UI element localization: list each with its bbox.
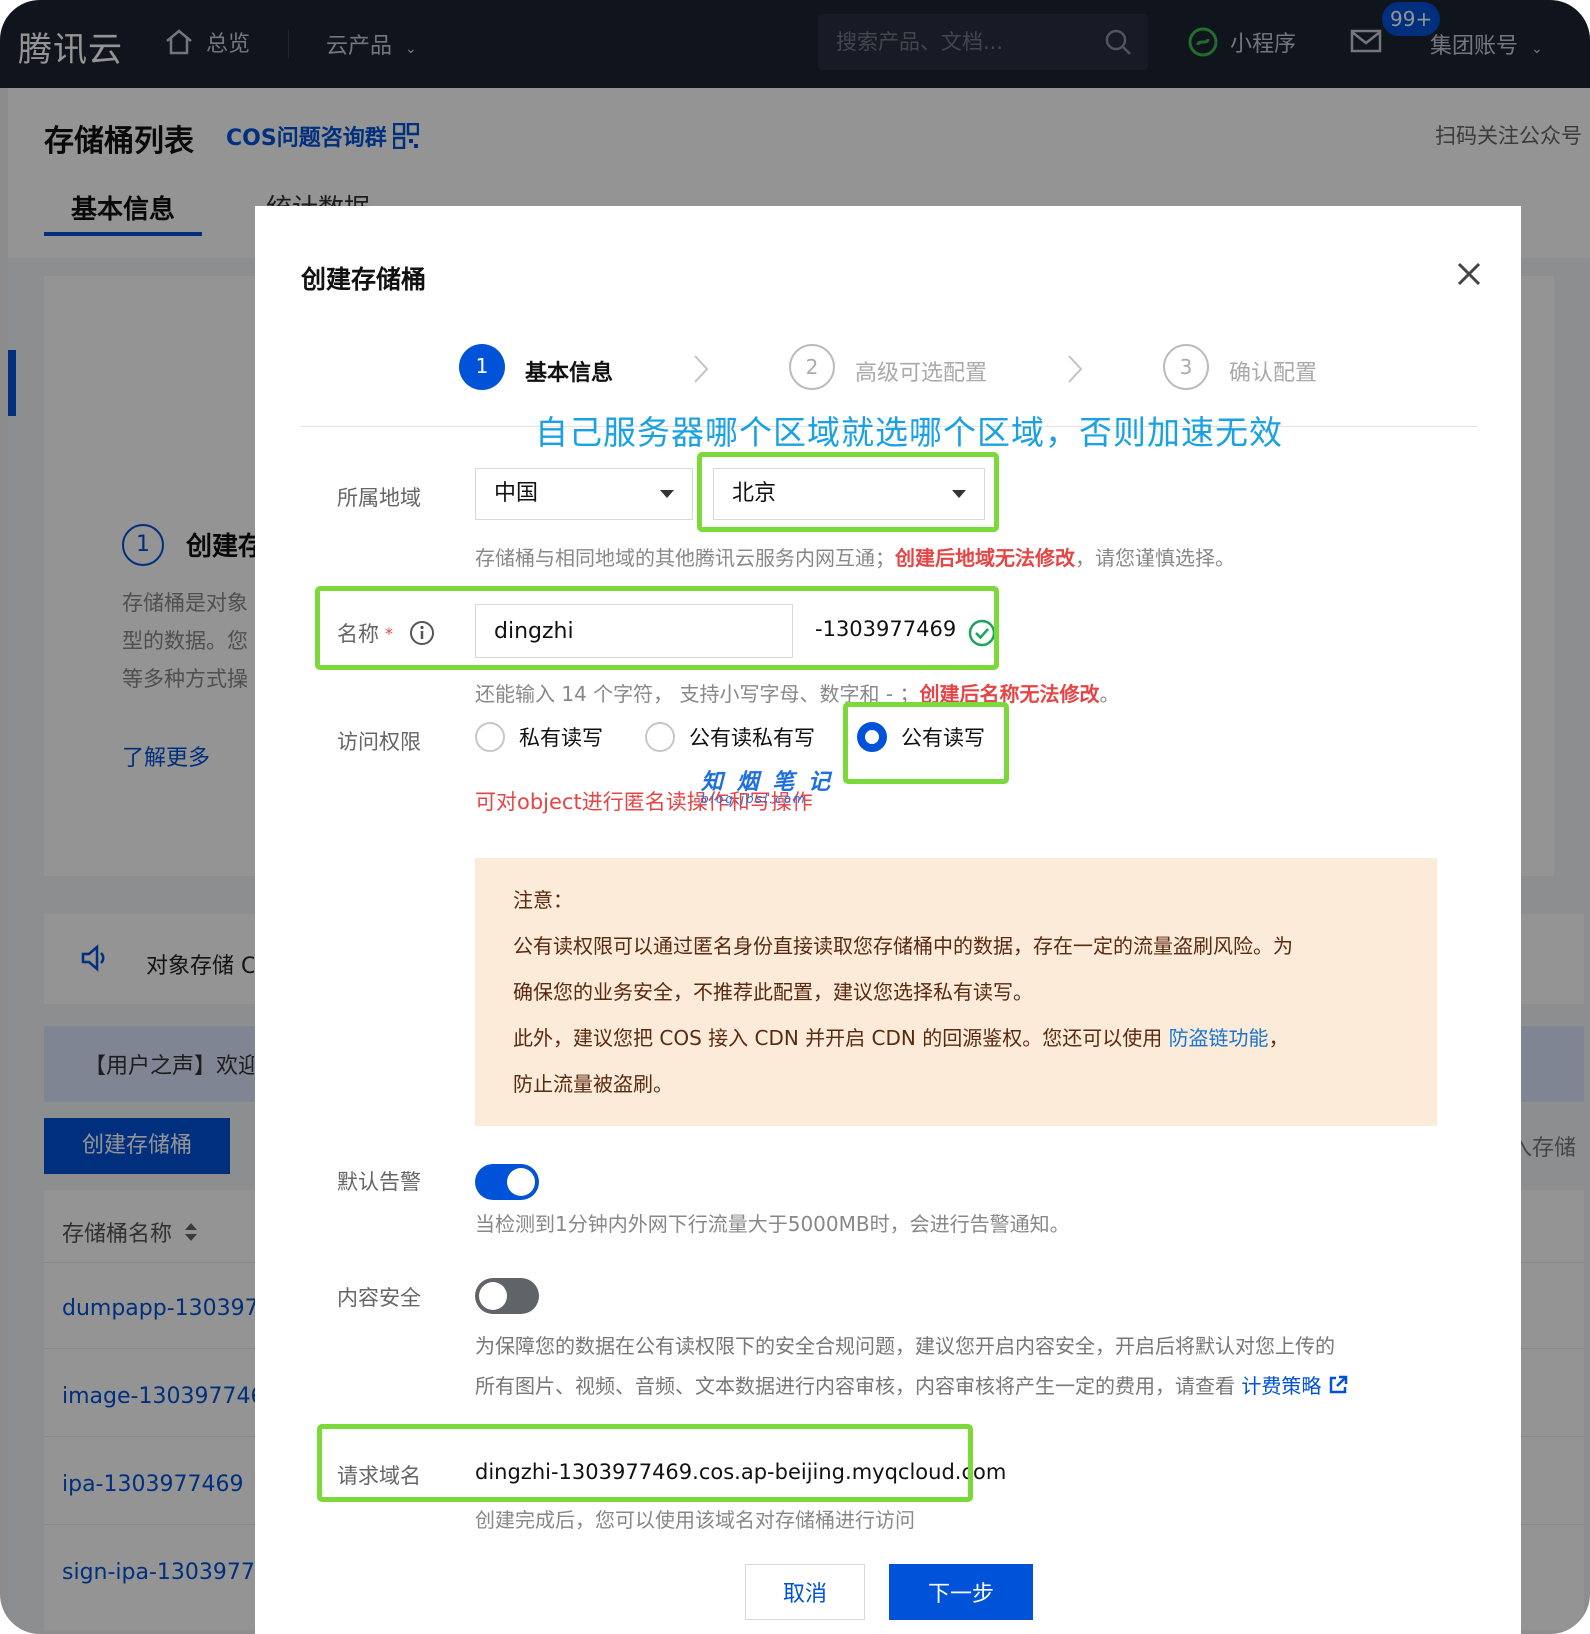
content-security-toggle[interactable]: [475, 1278, 539, 1314]
step-2-label: 高级可选配置: [855, 361, 988, 386]
highlight-box-name: [315, 586, 999, 670]
watermark-url: blog.jbsl.com: [701, 792, 807, 806]
note-title: 注意：: [513, 888, 573, 912]
region-help-suffix: ，请您谨慎选择。: [1075, 546, 1235, 570]
highlight-box-domain: [317, 1424, 973, 1502]
note-line: 公有读权限可以通过匿名身份直接读取您存储桶中的数据，存在一定的流量盗刷风险。为: [513, 934, 1293, 958]
content-security-line: 为保障您的数据在公有读权限下的安全合规问题，建议您开启内容安全，开启后将默认对您…: [475, 1334, 1335, 1358]
toggle-knob: [479, 1282, 507, 1310]
toggle-knob: [507, 1168, 535, 1196]
domain-help: 创建完成后，您可以使用该域名对存储桶进行访问: [475, 1508, 915, 1532]
external-link-icon[interactable]: [1327, 1374, 1349, 1396]
hotlink-protection-link[interactable]: 防盗链功能: [1169, 1026, 1269, 1050]
note-line3-suffix: ，: [1268, 1026, 1289, 1050]
chevron-right-icon: [1068, 355, 1083, 383]
step-2-circle: 2: [789, 344, 835, 390]
content-security-line-with-link: 所有图片、视频、音频、文本数据进行内容审核，内容审核将产生一定的费用，请查看 计…: [475, 1366, 1349, 1406]
cancel-button[interactable]: 取消: [745, 1564, 865, 1620]
dialog-title: 创建存储桶: [301, 265, 427, 294]
step-1-label: 基本信息: [525, 361, 614, 386]
region-help-warning: 创建后地域无法修改: [895, 546, 1075, 570]
create-bucket-dialog: 创建存储桶 1 基本信息 2 高级可选配置 3 确认配置 自己服务器哪个区域就选…: [255, 206, 1521, 1634]
access-label: 访问权限: [337, 730, 421, 754]
content-security-line2: 所有图片、视频、音频、文本数据进行内容审核，内容审核将产生一定的费用，请查看: [475, 1374, 1242, 1398]
close-icon[interactable]: [1451, 256, 1487, 292]
region-annotation: 自己服务器哪个区域就选哪个区域，否则加速无效: [535, 413, 1283, 452]
region-label: 所属地域: [337, 486, 421, 510]
alarm-label: 默认告警: [337, 1170, 421, 1194]
screenshot-frame: 腾讯云 总览 云产品 ⌄ 小程序 99+ 集团账号 ⌄ 存储桶列表: [0, 0, 1590, 1634]
content-security-desc: 为保障您的数据在公有读权限下的安全合规问题，建议您开启内容安全，开启后将默认对您…: [475, 1326, 1349, 1406]
region-help-text: 存储桶与相同地域的其他腾讯云服务内网互通；: [475, 546, 895, 570]
note-line3-text: 此外，建议您把 COS 接入 CDN 并开启 CDN 的回源鉴权。您还可以使用: [513, 1026, 1169, 1050]
radio-label: 私有读写: [519, 726, 603, 750]
content-security-label: 内容安全: [337, 1286, 421, 1310]
radio-private-rw[interactable]: 私有读写: [475, 722, 603, 752]
radio-ring: [645, 722, 675, 752]
note-line-with-link: 此外，建议您把 COS 接入 CDN 并开启 CDN 的回源鉴权。您还可以使用 …: [513, 1022, 1289, 1051]
radio-public-read-private-write[interactable]: 公有读私有写: [645, 722, 815, 752]
next-step-button[interactable]: 下一步: [889, 1564, 1033, 1620]
warning-note: 注意： 公有读权限可以通过匿名身份直接读取您存储桶中的数据，存在一定的流量盗刷风…: [475, 858, 1437, 1126]
name-help-suffix: 。: [1099, 682, 1120, 706]
wizard-steps: 1 基本信息 2 高级可选配置 3 确认配置: [255, 344, 1521, 404]
highlight-box-access: [843, 702, 1009, 784]
radio-ring: [475, 722, 505, 752]
note-line: 确保您的业务安全，不推荐此配置，建议您选择私有读写。: [513, 980, 1033, 1004]
country-select-value: 中国: [494, 481, 539, 506]
highlight-box-region: [697, 452, 999, 532]
step-3-circle: 3: [1163, 344, 1209, 390]
radio-label: 公有读私有写: [689, 726, 815, 750]
caret-down-icon: [660, 490, 674, 498]
region-help: 存储桶与相同地域的其他腾讯云服务内网互通；创建后地域无法修改，请您谨慎选择。: [475, 542, 1235, 571]
billing-policy-link[interactable]: 计费策略: [1241, 1374, 1321, 1398]
name-help: 还能输入 14 个字符， 支持小写字母、数字和 - ；创建后名称无法修改。: [475, 678, 1119, 707]
alarm-toggle[interactable]: [475, 1164, 539, 1200]
step-1-circle: 1: [459, 344, 505, 390]
alarm-help: 当检测到1分钟内外网下行流量大于5000MB时，会进行告警通知。: [475, 1212, 1070, 1236]
chevron-right-icon: [694, 355, 709, 383]
note-line: 防止流量被盗刷。: [513, 1072, 673, 1096]
country-select[interactable]: 中国: [475, 468, 693, 520]
step-3-label: 确认配置: [1229, 361, 1318, 386]
